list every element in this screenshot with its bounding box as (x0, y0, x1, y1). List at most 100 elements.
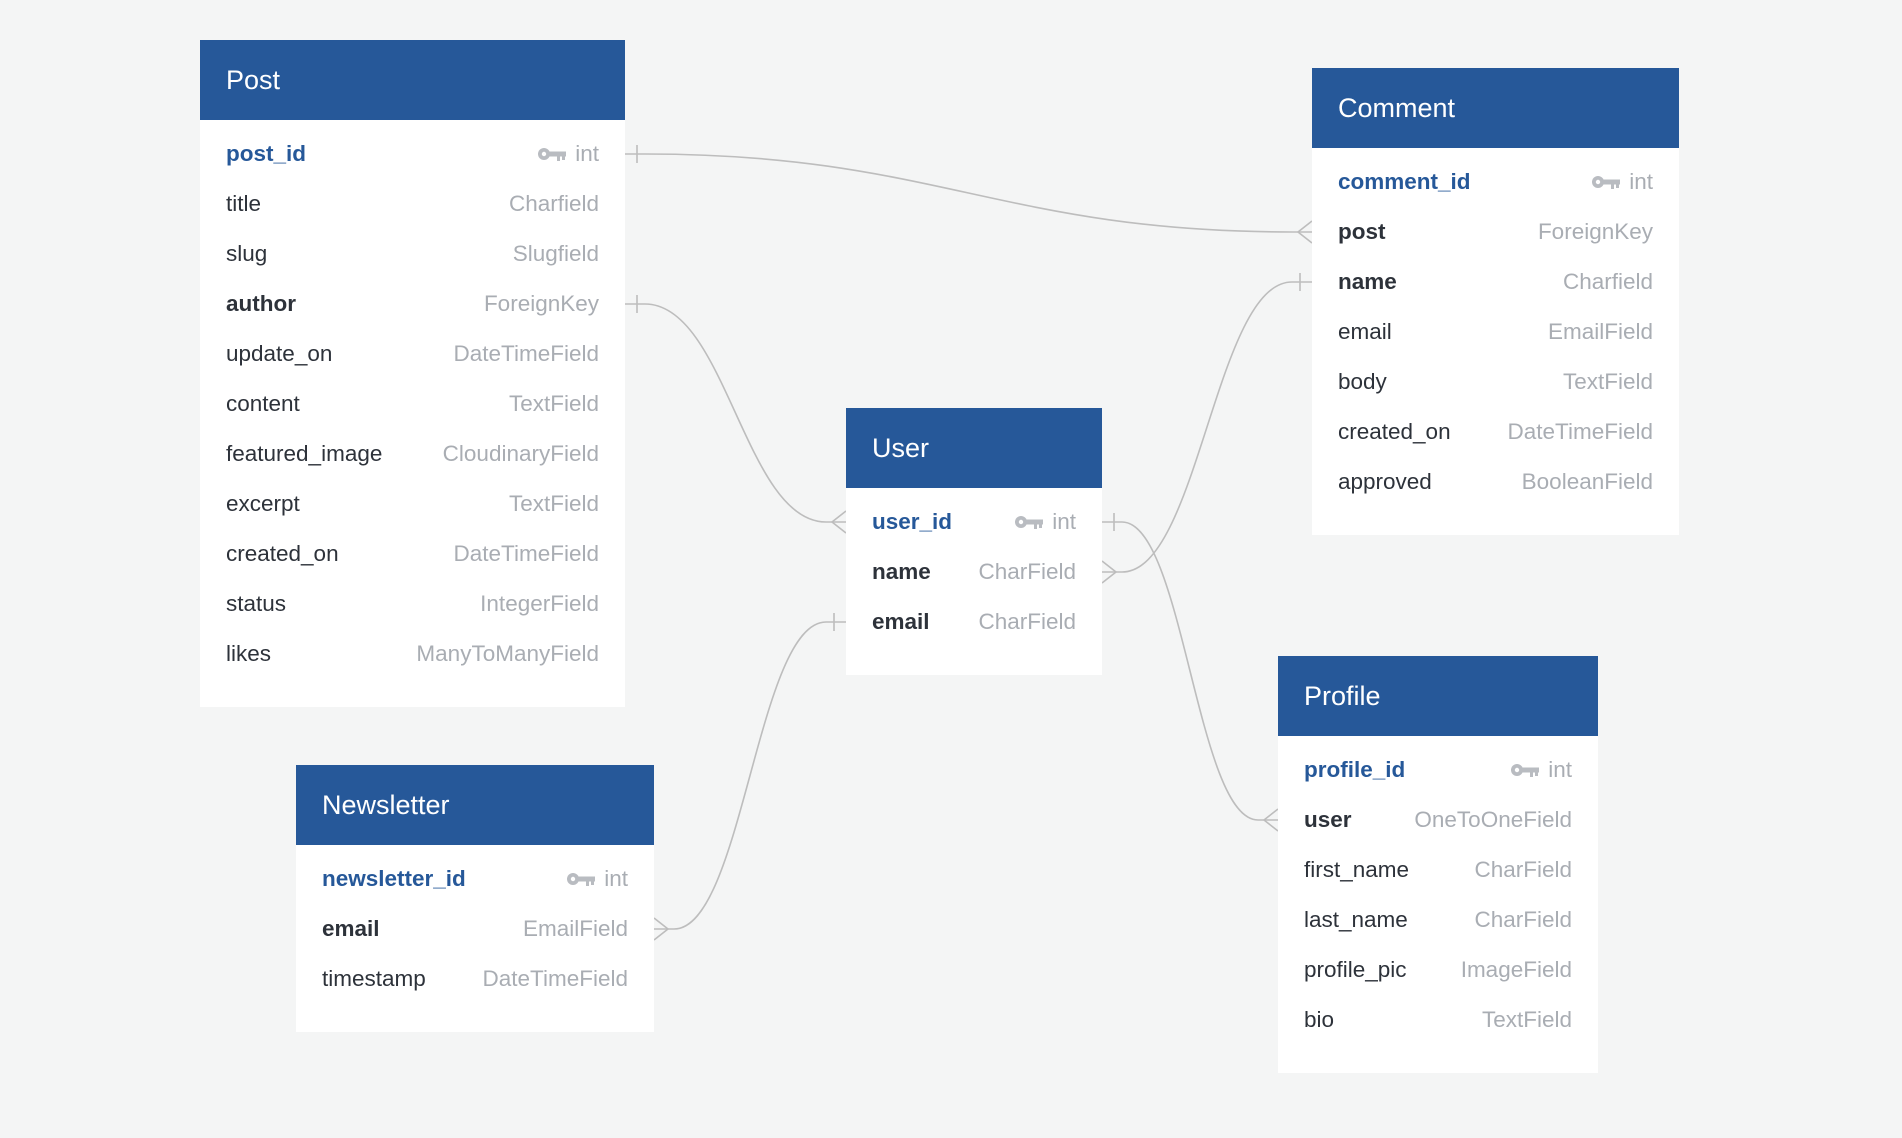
table-header: Profile (1278, 656, 1598, 736)
field-row[interactable]: created_on DateTimeField (1312, 407, 1679, 457)
field-row[interactable]: profile_pic ImageField (1278, 945, 1598, 995)
field-name: created_on (1338, 419, 1451, 444)
field-row[interactable]: title Charfield (200, 179, 625, 229)
field-type-cell: EmailField (523, 916, 628, 942)
field-type-cell: DateTimeField (483, 966, 628, 992)
key-icon (1015, 516, 1044, 529)
table-post[interactable]: Post post_id int title Charfield slug Sl… (200, 40, 625, 707)
field-type-cell: TextField (509, 491, 599, 517)
field-type-cell: int (1510, 757, 1572, 783)
field-type-cell: CharField (978, 609, 1076, 635)
field-name: newsletter_id (322, 866, 466, 891)
field-name: slug (226, 241, 268, 266)
field-name: user (1304, 807, 1352, 832)
relationship-line (625, 303, 846, 523)
table-header: Comment (1312, 68, 1679, 148)
table-user[interactable]: User user_id int name CharField email Ch… (846, 408, 1102, 675)
field-type: TextField (508, 491, 599, 516)
field-row[interactable]: content TextField (200, 379, 625, 429)
relationship-line (654, 621, 846, 930)
field-type: ForeignKey (1537, 219, 1653, 244)
field-name: timestamp (322, 966, 426, 991)
field-row[interactable]: email CharField (846, 597, 1102, 647)
field-row[interactable]: name Charfield (1312, 257, 1679, 307)
field-type-cell: DateTimeField (1508, 419, 1653, 445)
field-row[interactable]: user_id int (846, 497, 1102, 547)
field-type: ManyToManyField (416, 641, 599, 666)
field-name: excerpt (226, 491, 300, 516)
field-row[interactable]: body TextField (1312, 357, 1679, 407)
field-type: TextField (1562, 369, 1653, 394)
field-name: email (872, 609, 930, 634)
table-header: Newsletter (296, 765, 654, 845)
field-row[interactable]: profile_id int (1278, 745, 1598, 795)
field-row[interactable]: name CharField (846, 547, 1102, 597)
field-type: CharField (978, 609, 1076, 634)
field-row[interactable]: approved BooleanField (1312, 457, 1679, 507)
field-row[interactable]: first_name CharField (1278, 845, 1598, 895)
field-name: post (1338, 219, 1386, 244)
field-type: int (604, 866, 628, 891)
field-row[interactable]: created_on DateTimeField (200, 529, 625, 579)
key-icon (567, 873, 596, 886)
field-name: title (226, 191, 262, 216)
key-icon (1592, 176, 1621, 189)
field-type: TextField (1481, 1007, 1572, 1032)
field-type: Charfield (508, 191, 599, 216)
field-type-cell: Charfield (509, 191, 599, 217)
field-row[interactable]: excerpt TextField (200, 479, 625, 529)
field-name: bio (1304, 1007, 1335, 1032)
table-newsletter[interactable]: Newsletter newsletter_id int email Email… (296, 765, 654, 1032)
field-type: Charfield (1562, 269, 1653, 294)
field-type-cell: TextField (509, 391, 599, 417)
field-type-cell: IntegerField (480, 591, 599, 617)
field-row[interactable]: featured_image CloudinaryField (200, 429, 625, 479)
field-type: EmailField (1547, 319, 1653, 344)
field-row[interactable]: slug Slugfield (200, 229, 625, 279)
field-type: int (1629, 169, 1653, 194)
field-type-cell: OneToOneField (1414, 807, 1572, 833)
table-comment[interactable]: Comment comment_id int post ForeignKey n… (1312, 68, 1679, 535)
field-type: int (1548, 757, 1572, 782)
field-type-cell: int (1591, 169, 1653, 195)
field-row[interactable]: user OneToOneField (1278, 795, 1598, 845)
field-name: status (226, 591, 287, 616)
field-row[interactable]: email EmailField (296, 904, 654, 954)
field-name: profile_pic (1304, 957, 1407, 982)
field-row[interactable]: likes ManyToManyField (200, 629, 625, 679)
field-row[interactable]: last_name CharField (1278, 895, 1598, 945)
field-name: post_id (226, 141, 307, 166)
key-icon (538, 148, 567, 161)
field-type-cell: CharField (1474, 857, 1572, 883)
field-name: user_id (872, 509, 953, 534)
field-row[interactable]: bio TextField (1278, 995, 1598, 1045)
field-row[interactable]: author ForeignKey (200, 279, 625, 329)
field-row[interactable]: status IntegerField (200, 579, 625, 629)
field-name: content (226, 391, 300, 416)
field-type: Slugfield (512, 241, 599, 266)
field-type: CharField (978, 559, 1076, 584)
field-type-cell: int (537, 141, 599, 167)
field-name: profile_id (1304, 757, 1406, 782)
field-type: OneToOneField (1414, 807, 1572, 832)
field-type: TextField (508, 391, 599, 416)
field-type-cell: ForeignKey (1538, 219, 1653, 245)
field-row[interactable]: post ForeignKey (1312, 207, 1679, 257)
field-row[interactable]: email EmailField (1312, 307, 1679, 357)
field-type: int (1052, 509, 1076, 534)
field-type: CharField (1474, 857, 1572, 882)
key-icon (1511, 764, 1540, 777)
field-type: EmailField (522, 916, 628, 941)
field-row[interactable]: update_on DateTimeField (200, 329, 625, 379)
field-row[interactable]: comment_id int (1312, 157, 1679, 207)
field-type-cell: TextField (1482, 1007, 1572, 1033)
field-row[interactable]: post_id int (200, 129, 625, 179)
field-type-cell: int (1014, 509, 1076, 535)
field-row[interactable]: newsletter_id int (296, 854, 654, 904)
field-type: DateTimeField (453, 541, 599, 566)
field-name: last_name (1304, 907, 1408, 932)
table-profile[interactable]: Profile profile_id int user OneToOneFiel… (1278, 656, 1598, 1073)
field-row[interactable]: timestamp DateTimeField (296, 954, 654, 1004)
field-type: CharField (1474, 907, 1572, 932)
field-type-cell: TextField (1563, 369, 1653, 395)
